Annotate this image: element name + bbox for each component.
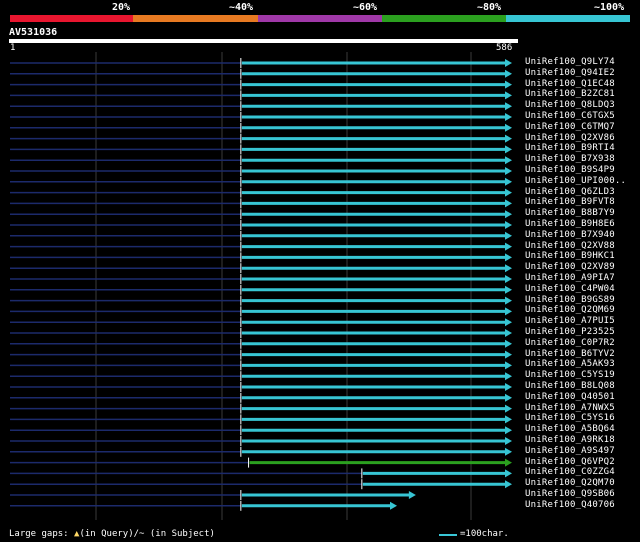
hit-arrow-icon [505, 221, 512, 229]
hit-name-link[interactable]: UniRef100_B9RTI4 [525, 143, 615, 153]
hit-arrow-icon [505, 404, 512, 413]
hit-name-link[interactable]: UniRef100_C0P7R2 [525, 338, 615, 348]
hit-arrow-icon [505, 296, 512, 305]
hit-arrow-icon [505, 188, 512, 197]
hit-name-link[interactable]: UniRef100_A9RK18 [525, 435, 615, 445]
hit-arrow-icon [505, 242, 512, 251]
hit-arrow-icon [505, 307, 512, 316]
hit-arrow-icon [408, 491, 416, 499]
hit-arrow-icon [505, 80, 512, 89]
hit-name-link[interactable]: UniRef100_B8B7Y9 [525, 208, 615, 218]
hit-arrow-icon [505, 393, 512, 402]
hit-arrow-icon [505, 156, 512, 165]
hit-arrow-icon [505, 199, 512, 208]
hit-name-link[interactable]: UniRef100_B8LQ08 [525, 381, 615, 391]
hit-name-link[interactable]: UniRef100_Q2XV86 [525, 133, 615, 143]
hit-name-link[interactable]: UniRef100_B2ZC81 [525, 89, 615, 99]
hit-arrow-icon [505, 59, 512, 67]
hit-name-link[interactable]: UniRef100_Q6VPQ2 [525, 457, 615, 467]
hit-arrow-icon [505, 339, 512, 348]
hit-name-link[interactable]: UniRef100_Q94IE2 [525, 68, 615, 78]
hit-arrow-icon [505, 480, 512, 489]
hit-name-link[interactable]: UniRef100_C0ZZG4 [525, 467, 615, 477]
hit-arrow-icon [505, 469, 512, 478]
hit-name-link[interactable]: UniRef100_P23525 [525, 327, 615, 337]
hit-name-link[interactable]: UniRef100_A5BQ64 [525, 424, 615, 434]
hit-name-link[interactable]: UniRef100_Q2QM70 [525, 478, 615, 488]
hit-name-link[interactable]: UniRef100_B9S4P9 [525, 165, 615, 175]
hit-name-link[interactable]: UniRef100_A7PUI5 [525, 316, 615, 326]
hit-arrow-icon [390, 501, 398, 510]
hit-name-link[interactable]: UniRef100_Q1EC48 [525, 79, 615, 89]
hit-arrow-icon [505, 177, 512, 186]
hit-arrow-icon [505, 447, 512, 456]
hit-arrow-icon [505, 372, 512, 381]
hit-arrow-icon [505, 264, 512, 273]
hit-arrow-icon [505, 145, 512, 154]
hit-name-link[interactable]: UniRef100_C4PW04 [525, 284, 615, 294]
hit-name-link[interactable]: UniRef100_A9S497 [525, 446, 615, 456]
hit-arrow-icon [505, 167, 512, 175]
large-gaps-label: Large gaps: [9, 529, 69, 539]
hit-name-link[interactable]: UniRef100_Q40501 [525, 392, 615, 402]
hit-arrow-icon [505, 458, 512, 467]
gap-description: (in Query)/~ (in Subject) [79, 529, 215, 539]
hit-name-link[interactable]: UniRef100_A7NWX5 [525, 403, 615, 413]
hit-name-link[interactable]: UniRef100_Q9SB06 [525, 489, 615, 499]
hit-arrow-icon [505, 253, 512, 262]
hit-name-link[interactable]: UniRef100_Q6ZLD3 [525, 187, 615, 197]
hit-arrow-icon [505, 69, 512, 78]
hit-name-link[interactable]: UniRef100_C5YS19 [525, 370, 615, 380]
hit-arrow-icon [505, 350, 512, 359]
hit-arrow-icon [505, 361, 512, 370]
hit-arrow-icon [505, 426, 512, 435]
hit-name-link[interactable]: UniRef100_C5YS16 [525, 413, 615, 423]
hit-name-link[interactable]: UniRef100_B6TYV2 [525, 349, 615, 359]
hit-name-link[interactable]: UniRef100_B9GS89 [525, 295, 615, 305]
hit-arrow-icon [505, 102, 512, 111]
hit-arrow-icon [505, 231, 512, 240]
hit-arrow-icon [505, 437, 512, 445]
scale-label: =100char. [460, 529, 509, 539]
hit-name-link[interactable]: UniRef100_B7X938 [525, 154, 615, 164]
hit-name-link[interactable]: UniRef100_A9PIA7 [525, 273, 615, 283]
hit-arrow-icon [505, 275, 512, 283]
hit-name-link[interactable]: UniRef100_Q9LY74 [525, 57, 615, 67]
hit-arrow-icon [505, 318, 512, 327]
large-gaps-legend: Large gaps: ▲(in Query)/~ (in Subject) [9, 529, 215, 539]
hit-name-link[interactable]: UniRef100_B9FVT8 [525, 197, 615, 207]
hit-arrow-icon [505, 134, 512, 143]
hit-name-link[interactable]: UniRef100_Q2XV88 [525, 241, 615, 251]
hit-name-link[interactable]: UniRef100_UPI000.. [525, 176, 626, 186]
hit-arrow-icon [505, 329, 512, 337]
hit-name-link[interactable]: UniRef100_A5AK93 [525, 359, 615, 369]
hit-name-link[interactable]: UniRef100_C6TMQ7 [525, 122, 615, 132]
hit-arrow-icon [505, 210, 512, 219]
hit-name-link[interactable]: UniRef100_B7X940 [525, 230, 615, 240]
hit-arrow-icon [505, 415, 512, 424]
hit-name-link[interactable]: UniRef100_Q2XV89 [525, 262, 615, 272]
scale-bar [439, 534, 457, 536]
hit-arrow-icon [505, 113, 512, 121]
hit-arrow-icon [505, 285, 512, 294]
hit-arrow-icon [505, 123, 512, 132]
hit-name-link[interactable]: UniRef100_Q2QM69 [525, 305, 615, 315]
hit-arrow-icon [505, 383, 512, 391]
hit-name-link[interactable]: UniRef100_C6TGX5 [525, 111, 615, 121]
hit-name-link[interactable]: UniRef100_B9H8E6 [525, 219, 615, 229]
hit-name-link[interactable]: UniRef100_B9HKC1 [525, 251, 615, 261]
hit-name-link[interactable]: UniRef100_Q40706 [525, 500, 615, 510]
hit-name-link[interactable]: UniRef100_Q8LDQ3 [525, 100, 615, 110]
hit-arrow-icon [505, 91, 512, 100]
